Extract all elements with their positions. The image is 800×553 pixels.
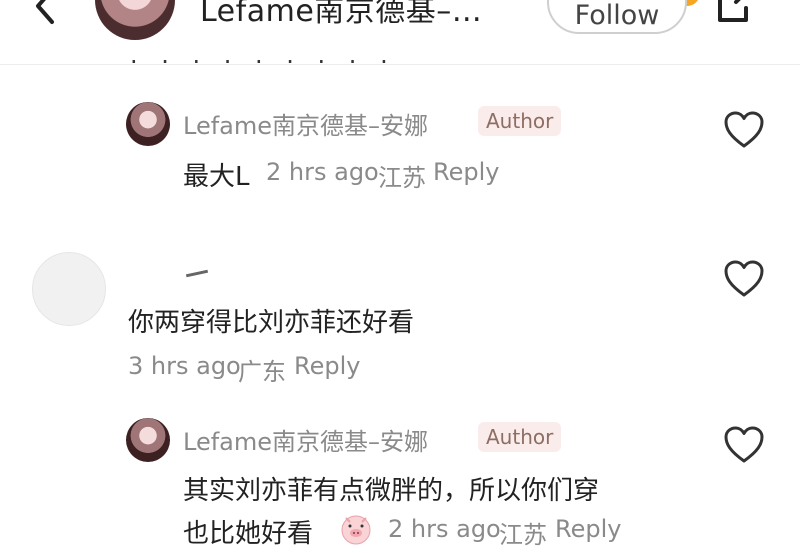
author-badge: Author [478,106,562,136]
page-title: Lefame南京德基–… [200,0,483,29]
comment-text: 最大L [183,162,250,192]
heart-icon[interactable] [724,260,764,298]
clipped-previous-comment: · · · · · · · · · [130,48,396,66]
heart-icon[interactable] [724,426,764,464]
reply-link[interactable]: Reply [294,352,360,380]
avatar[interactable] [32,252,106,326]
comment-location: 江苏 [499,521,547,549]
comment-author[interactable]: Lefame南京德基–安娜 [183,422,428,457]
comment-time: 2 hrs ago [388,515,501,543]
reply-link[interactable]: Reply [555,515,621,543]
avatar[interactable] [126,102,170,146]
comment-author[interactable]: Lefame南京德基–安娜 [183,106,428,141]
avatar[interactable] [126,418,170,462]
author-badge: Author [478,422,562,452]
comment-text-line: 其实刘亦菲有点微胖的，所以你们穿 [183,476,600,506]
comment-text: 你两穿得比刘亦菲还好看 [128,308,415,338]
comment-text-line: 也比她好看 [183,519,314,549]
comment-location: 江苏 [378,164,426,192]
pig-emoji-icon [341,515,371,545]
comment-author[interactable] [185,269,209,278]
comment-time: 3 hrs ago [128,352,241,380]
comment-time: 2 hrs ago [266,158,379,186]
share-icon[interactable] [712,0,758,26]
heart-icon[interactable] [724,111,764,149]
comment-location: 广东 [238,358,286,386]
reply-link[interactable]: Reply [433,158,499,186]
back-arrow-icon[interactable] [26,0,66,26]
follow-button[interactable]: Follow [547,0,687,34]
